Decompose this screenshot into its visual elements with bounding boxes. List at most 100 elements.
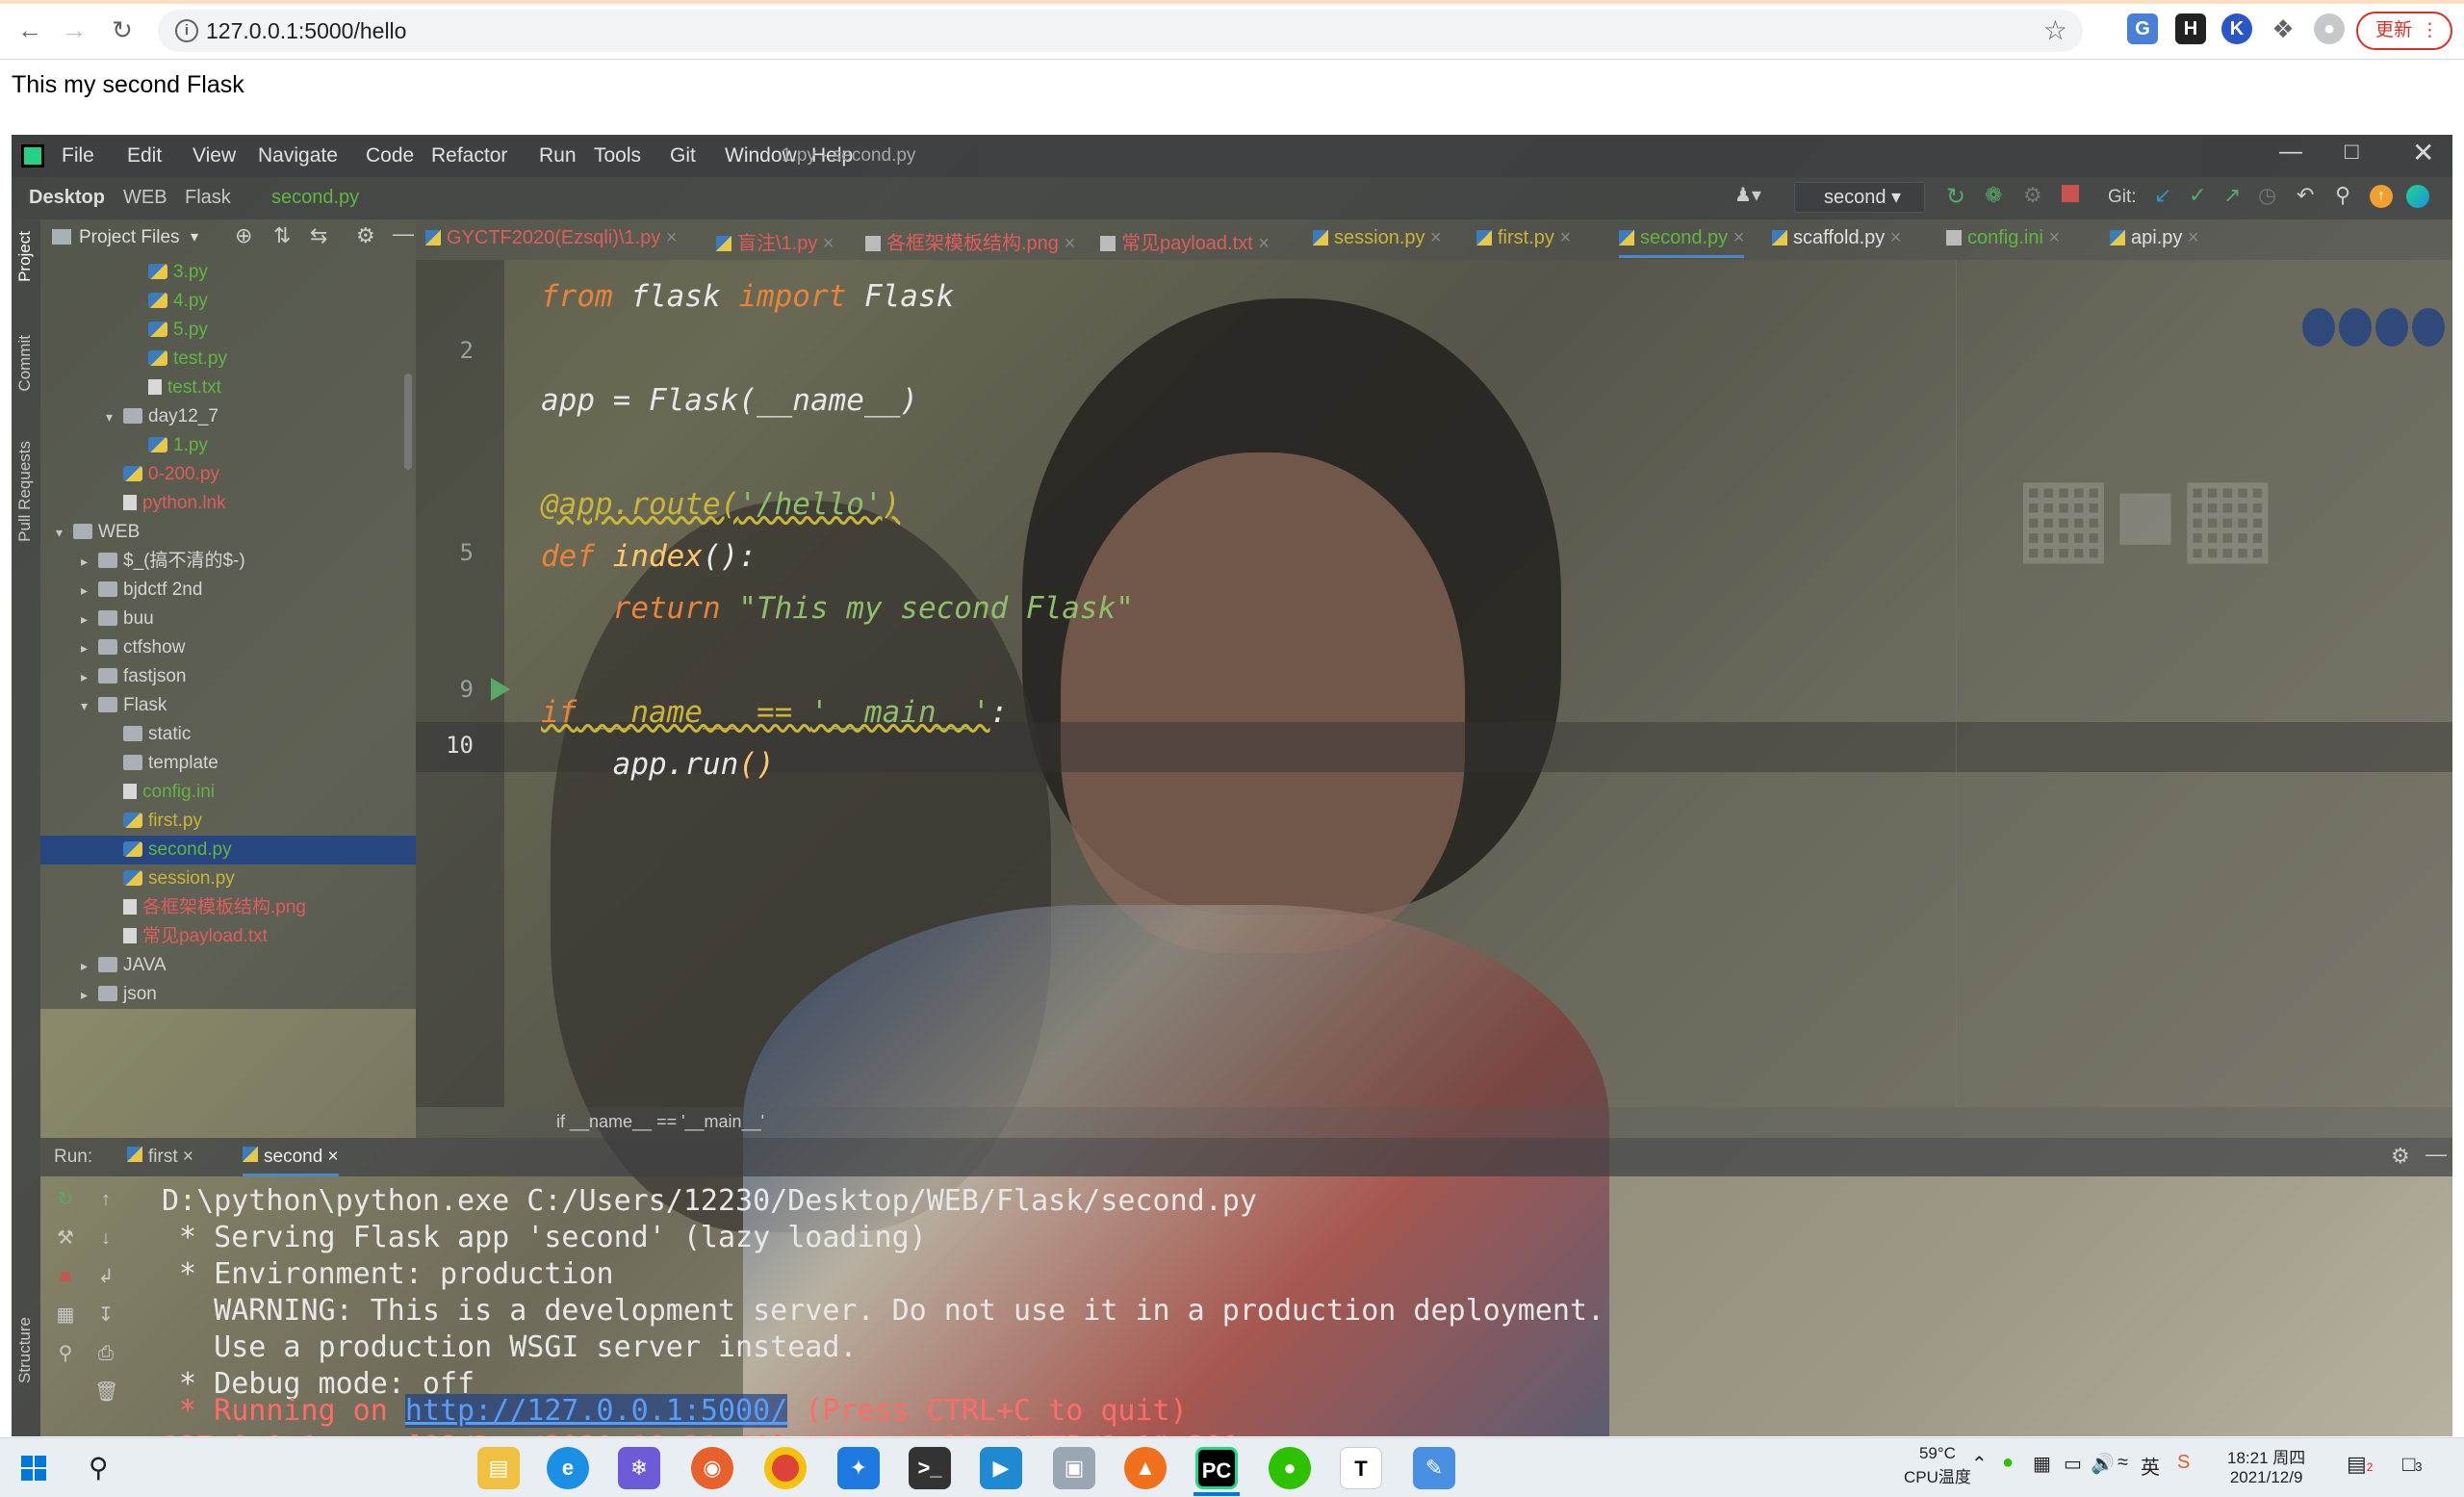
- code-editor[interactable]: 2 5 9 10 from flask import Flask app = F…: [416, 260, 2452, 1107]
- bird-app-icon[interactable]: ✦: [837, 1447, 880, 1489]
- ime-indicator[interactable]: 英: [2141, 1452, 2160, 1480]
- menu-navigate[interactable]: Navigate: [258, 144, 338, 168]
- git-history-icon[interactable]: ◷: [2258, 183, 2276, 208]
- code-breadcrumb[interactable]: if __name__ == '__main__': [556, 1112, 764, 1132]
- project-tool-tab[interactable]: Project: [15, 231, 35, 282]
- stop-run-icon[interactable]: ■: [54, 1265, 77, 1288]
- address-url[interactable]: 127.0.0.1:5000/hello: [206, 18, 406, 44]
- reload-icon[interactable]: ↻: [106, 13, 139, 46]
- menu-run[interactable]: Run: [539, 144, 577, 168]
- editor-tab[interactable]: 盲注\1.py ×: [716, 227, 834, 255]
- dropdown-arrow-icon[interactable]: ▾: [191, 227, 198, 246]
- minimize-icon[interactable]: —: [2279, 139, 2302, 166]
- tree-item[interactable]: second.py: [40, 836, 416, 865]
- close-icon[interactable]: ✕: [2412, 137, 2434, 168]
- tree-item[interactable]: ▸ ctfshow: [40, 633, 416, 662]
- plugin-icon[interactable]: [2406, 185, 2429, 208]
- tree-item[interactable]: first.py: [40, 807, 416, 836]
- hide-panel-icon[interactable]: —: [393, 221, 414, 246]
- settings-gear-icon[interactable]: ⚙: [356, 223, 375, 248]
- tree-item[interactable]: 各框架模板结构.png: [40, 893, 416, 922]
- debug-icon[interactable]: ❁: [1985, 183, 2002, 208]
- image-viewer-icon[interactable]: ▣: [1053, 1447, 1095, 1489]
- tree-item[interactable]: 常见payload.txt: [40, 922, 416, 951]
- tab-close-icon[interactable]: ×: [1253, 233, 1270, 254]
- tree-item[interactable]: 3.py: [40, 258, 416, 287]
- app-icon[interactable]: ❄: [618, 1447, 660, 1489]
- wifi-icon[interactable]: ≈: [2118, 1452, 2128, 1474]
- tree-item[interactable]: ▸ fastjson: [40, 662, 416, 691]
- git-push-icon[interactable]: ↗: [2223, 183, 2241, 208]
- tree-item[interactable]: 0-200.py: [40, 460, 416, 489]
- tree-item[interactable]: 5.py: [40, 316, 416, 345]
- coverage-icon[interactable]: ⚙: [2023, 183, 2042, 208]
- tray-chevron-icon[interactable]: ⌃: [1971, 1452, 1988, 1476]
- server-url-link[interactable]: http://127.0.0.1:5000/: [404, 1394, 788, 1428]
- tray-grid-icon[interactable]: ▦: [2033, 1452, 2051, 1476]
- tree-item[interactable]: ▸ json: [40, 980, 416, 1009]
- volume-icon[interactable]: 🔊: [2091, 1452, 2115, 1476]
- burp-icon[interactable]: ▲: [1124, 1447, 1167, 1489]
- typora-icon[interactable]: T: [1340, 1447, 1382, 1489]
- task-view-icon[interactable]: ▤2: [2347, 1452, 2373, 1477]
- account-icon[interactable]: ♟▾: [1734, 183, 1773, 212]
- tree-item[interactable]: ▾ Flask: [40, 691, 416, 720]
- tab-close-icon[interactable]: ×: [660, 227, 678, 248]
- tab-close-icon[interactable]: ×: [1059, 233, 1075, 254]
- breadcrumb-desktop[interactable]: Desktop: [29, 187, 105, 209]
- stop-icon[interactable]: [2062, 185, 2079, 202]
- notepad-icon[interactable]: ✎: [1413, 1447, 1455, 1489]
- tree-toggle-icon[interactable]: ▸: [81, 980, 98, 1009]
- cpu-temp[interactable]: 59°C CPU温度: [1904, 1444, 1971, 1487]
- pycharm-taskbar-icon[interactable]: PC: [1195, 1447, 1238, 1489]
- tree-toggle-icon[interactable]: ▾: [81, 691, 98, 720]
- tree-item[interactable]: config.ini: [40, 778, 416, 807]
- editor-tab[interactable]: first.py ×: [1476, 227, 1571, 249]
- run-config-select[interactable]: second ▾: [1794, 182, 1925, 213]
- editor-tab[interactable]: 常见payload.txt ×: [1100, 227, 1270, 255]
- editor-tab[interactable]: config.ini ×: [1946, 227, 2060, 249]
- tree-toggle-icon[interactable]: ▸: [81, 547, 98, 576]
- editor-tab[interactable]: session.py ×: [1313, 227, 1442, 249]
- tab-close-icon[interactable]: ×: [2182, 227, 2199, 248]
- pull-requests-tool-tab[interactable]: Pull Requests: [15, 441, 35, 542]
- tab-close-icon[interactable]: ×: [2043, 227, 2060, 248]
- tree-item[interactable]: 4.py: [40, 287, 416, 316]
- edge-icon[interactable]: e: [547, 1447, 589, 1489]
- extension-h-icon[interactable]: H: [2175, 13, 2206, 44]
- undo-icon[interactable]: ↶: [2297, 183, 2314, 208]
- tree-item[interactable]: ▾ WEB: [40, 518, 416, 547]
- run-tab-first[interactable]: first ×: [127, 1147, 193, 1168]
- notification-center-icon[interactable]: □3: [2402, 1452, 2423, 1477]
- collapse-all-icon[interactable]: ⇆: [310, 223, 327, 248]
- tree-toggle-icon[interactable]: ▾: [106, 402, 123, 431]
- tree-scrollbar[interactable]: [404, 374, 412, 470]
- scroll-up-icon[interactable]: ↑: [94, 1188, 117, 1211]
- editor-tab[interactable]: second.py ×: [1619, 227, 1745, 258]
- tab-close-icon[interactable]: ×: [817, 233, 834, 254]
- tree-item[interactable]: ▸ buu: [40, 605, 416, 633]
- search-icon[interactable]: ⚲: [89, 1452, 109, 1484]
- layout-icon[interactable]: ▦: [54, 1303, 77, 1327]
- editor-tab[interactable]: api.py ×: [2110, 227, 2199, 249]
- editor-tab[interactable]: scaffold.py ×: [1772, 227, 1902, 249]
- tree-item[interactable]: template: [40, 749, 416, 778]
- tree-toggle-icon[interactable]: ▸: [81, 576, 98, 605]
- git-update-icon[interactable]: ↙: [2154, 183, 2171, 208]
- pin-icon[interactable]: ⚲: [54, 1342, 77, 1365]
- menu-edit[interactable]: Edit: [127, 144, 162, 168]
- tree-item[interactable]: ▸ bjdctf 2nd: [40, 576, 416, 605]
- breadcrumb-web[interactable]: WEB: [123, 187, 167, 209]
- tree-item[interactable]: ▾ day12_7: [40, 402, 416, 431]
- tab-close-icon[interactable]: ×: [1728, 227, 1745, 248]
- rerun-icon[interactable]: ↻: [54, 1188, 77, 1211]
- expand-all-icon[interactable]: ⇅: [273, 223, 291, 248]
- puzzle-icon[interactable]: ❖: [2268, 13, 2298, 44]
- tree-toggle-icon[interactable]: ▾: [56, 518, 73, 547]
- terminal-icon[interactable]: >_: [909, 1447, 951, 1489]
- menu-refactor[interactable]: Refactor: [431, 144, 507, 168]
- hide-run-icon[interactable]: —: [2426, 1142, 2447, 1167]
- firefox-icon[interactable]: ◉: [691, 1447, 733, 1489]
- menu-tools[interactable]: Tools: [594, 144, 641, 168]
- editor-tab[interactable]: 各框架模板结构.png ×: [865, 227, 1075, 255]
